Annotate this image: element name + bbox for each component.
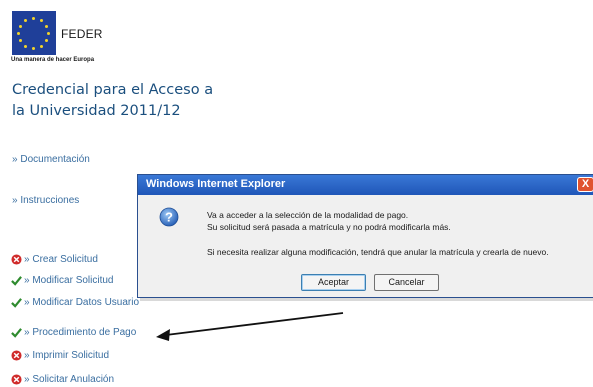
nav-prefix: »: [24, 297, 30, 308]
green-check-icon: [11, 328, 22, 338]
nav-link-label: Documentación: [20, 154, 90, 165]
nav-link-documentacion[interactable]: » Documentación: [12, 154, 90, 165]
nav-prefix: »: [24, 327, 30, 338]
eu-flag-logo: [12, 11, 56, 55]
nav-link-instrucciones[interactable]: » Instrucciones: [12, 195, 79, 206]
dialog-message-line2: Su solicitud será pasada a matrícula y n…: [207, 222, 451, 232]
dialog-titlebar[interactable]: Windows Internet Explorer X: [138, 175, 593, 195]
nav-prefix: »: [24, 350, 30, 361]
close-button[interactable]: X: [577, 177, 593, 192]
action-label: Crear Solicitud: [32, 254, 98, 265]
confirm-dialog: Windows Internet Explorer X ? Va a acced…: [137, 174, 593, 298]
page-title: Credencial para el Acceso a la Universid…: [12, 80, 272, 122]
green-check-icon: [11, 276, 22, 286]
red-x-icon: [11, 374, 22, 385]
nav-prefix: »: [24, 254, 30, 265]
red-x-icon: [11, 350, 22, 361]
logo-tagline: Una manera de hacer Europa: [11, 57, 95, 63]
action-label: Modificar Solicitud: [32, 275, 114, 286]
page-title-line2: la Universidad 2011/12: [12, 103, 181, 119]
action-label: Imprimir Solicitud: [32, 350, 110, 361]
green-check-icon: [11, 298, 22, 308]
annotation-arrow: [156, 312, 344, 341]
red-x-icon: [11, 254, 22, 265]
aceptar-button[interactable]: Aceptar: [301, 274, 366, 291]
feder-logo-text: FEDER: [61, 27, 103, 41]
page-title-line1: Credencial para el Acceso a: [12, 82, 214, 98]
svg-text:?: ?: [165, 210, 173, 225]
nav-prefix: »: [24, 374, 30, 385]
nav-prefix: »: [12, 154, 18, 165]
dialog-message-line1: Va a acceder a la selección de la modali…: [207, 210, 409, 220]
action-label: Procedimiento de Pago: [32, 327, 137, 338]
dialog-message-line3: Si necesita realizar alguna modificación…: [207, 247, 549, 257]
nav-link-label: Instrucciones: [20, 195, 80, 206]
action-label: Modificar Datos Usuario: [32, 297, 140, 308]
nav-prefix: »: [24, 275, 30, 286]
question-icon: ?: [159, 207, 179, 227]
dialog-title: Windows Internet Explorer: [146, 178, 286, 190]
cancelar-button[interactable]: Cancelar: [374, 274, 439, 291]
action-label: Solicitar Anulación: [32, 374, 115, 385]
nav-prefix: »: [12, 195, 18, 206]
